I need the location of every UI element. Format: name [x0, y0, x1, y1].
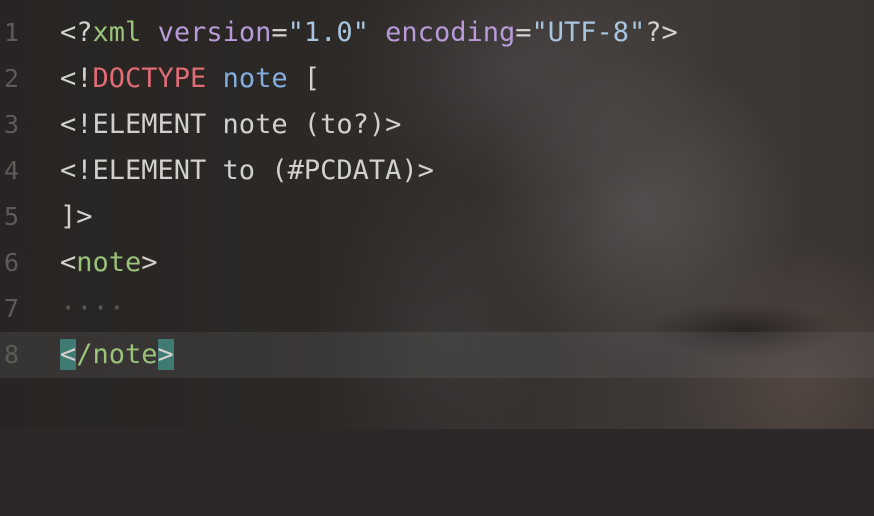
code-line-7[interactable]: 7 ····	[0, 286, 874, 332]
code-line-8-current[interactable]: 8 </note>	[0, 332, 874, 378]
token-tag-close: >	[141, 247, 158, 278]
line-content: <!ELEMENT to (#PCDATA)>	[60, 155, 434, 186]
token-bracket-open: [	[303, 63, 321, 94]
line-number: 3	[4, 110, 20, 139]
token-tag-open: <	[60, 247, 77, 278]
line-content: </note>	[60, 332, 174, 378]
line-number: 1	[4, 18, 20, 47]
line-number: 4	[4, 156, 20, 185]
token-pi-close: ?>	[645, 17, 678, 48]
code-line-2[interactable]: 2 <!DOCTYPE note [	[0, 56, 874, 102]
token-note-tag: note	[76, 247, 142, 278]
line-number: 2	[4, 64, 20, 93]
code-line-3[interactable]: 3 <!ELEMENT note (to?)>	[0, 102, 874, 148]
code-line-5[interactable]: 5 ]>	[0, 194, 874, 240]
line-content: <!ELEMENT note (to?)>	[60, 109, 402, 140]
line-number: 8	[4, 340, 20, 369]
token-close-note-tag: /note	[76, 339, 158, 370]
line-number: 7	[4, 294, 20, 323]
code-line-4[interactable]: 4 <!ELEMENT to (#PCDATA)>	[0, 148, 874, 194]
whitespace-indicator: ····	[60, 293, 126, 324]
token-decl-open: <!	[60, 63, 93, 94]
matching-bracket-open: <	[60, 339, 77, 370]
token-version-attr: version	[157, 17, 272, 48]
matching-bracket-close: >	[157, 339, 174, 370]
code-editor[interactable]: 1 <?xml version="1.0" encoding="UTF-8"?>…	[0, 0, 874, 429]
line-content: <!DOCTYPE note [	[60, 56, 320, 102]
line-number: 6	[4, 248, 20, 277]
line-content: ]>	[60, 201, 93, 232]
token-root-name: note	[222, 63, 288, 94]
token-equals: =	[515, 17, 532, 48]
token-encoding-value: "UTF-8"	[531, 17, 646, 48]
token-doctype: DOCTYPE	[92, 63, 207, 94]
token-version-value: "1.0"	[287, 17, 369, 48]
line-number: 5	[4, 202, 20, 231]
token-xml: xml	[92, 17, 142, 48]
code-line-6[interactable]: 6 <note>	[0, 240, 874, 286]
token-encoding-attr: encoding	[385, 17, 516, 48]
code-line-1[interactable]: 1 <?xml version="1.0" encoding="UTF-8"?>	[0, 10, 874, 56]
line-content: <?xml version="1.0" encoding="UTF-8"?>	[60, 10, 678, 56]
token-equals: =	[271, 17, 288, 48]
line-content: <note>	[60, 240, 158, 286]
token-pi-open: <?	[60, 17, 93, 48]
